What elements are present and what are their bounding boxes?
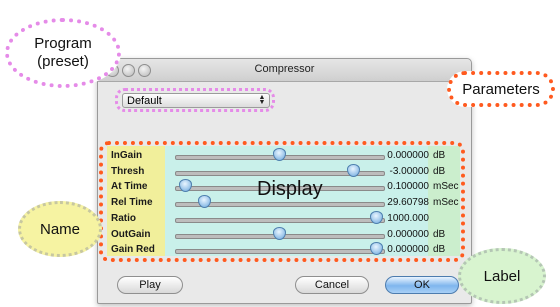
cancel-button[interactable]: Cancel [295, 276, 369, 294]
label-annotation: Label [458, 248, 546, 304]
title-bar[interactable]: Compressor [98, 59, 471, 82]
program-annotation: Program (preset) [5, 18, 121, 88]
name-annotation: Name [18, 201, 102, 257]
parameters-outline [99, 141, 465, 262]
parameters-annotation: Parameters [447, 71, 555, 107]
window-title: Compressor [254, 63, 315, 75]
play-button[interactable]: Play [117, 276, 183, 294]
program-outline [115, 88, 275, 112]
ok-button[interactable]: OK [385, 276, 459, 294]
